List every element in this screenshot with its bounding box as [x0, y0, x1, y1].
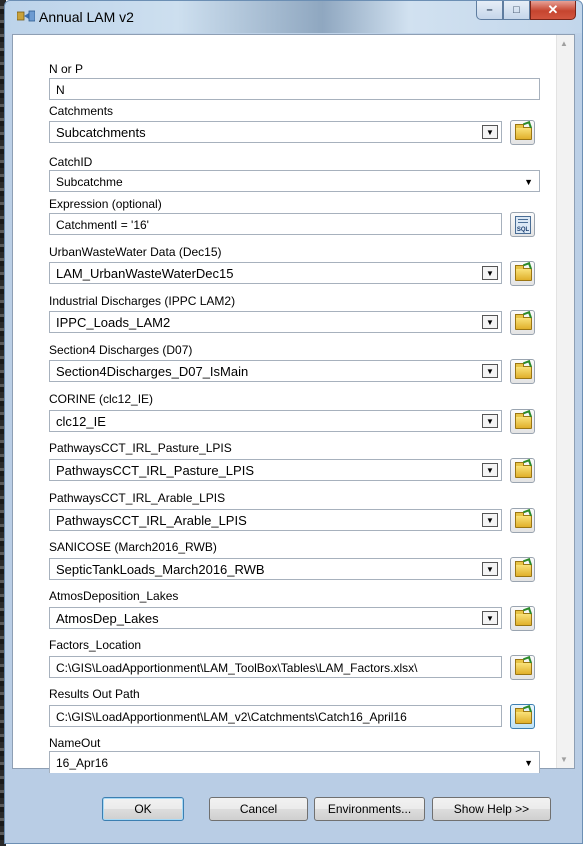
ok-button[interactable]: OK: [102, 797, 184, 821]
expression-input[interactable]: CatchmentI = '16': [49, 213, 502, 235]
catchments-value: Subcatchments: [56, 125, 146, 140]
minimize-button[interactable]: –: [476, 1, 503, 20]
industrial-discharges-combo[interactable]: IPPC_Loads_LAM2 ▼: [49, 311, 502, 333]
sanicose-combo[interactable]: SepticTankLoads_March2016_RWB ▼: [49, 558, 502, 580]
expression-value: CatchmentI = '16': [56, 218, 149, 232]
open-folder-icon: [515, 413, 532, 429]
title-bar[interactable]: Annual LAM v2 – □ ✕: [5, 1, 582, 33]
open-folder-icon: [515, 265, 532, 281]
param-label-nameout: NameOut: [49, 736, 101, 750]
param-label-catchid: CatchID: [49, 155, 93, 169]
pasture-value: PathwaysCCT_IRL_Pasture_LPIS: [56, 463, 254, 478]
param-label-factors-location: Factors_Location: [49, 638, 142, 652]
atmosdeposition-browse-button[interactable]: [510, 606, 535, 631]
scroll-up-icon[interactable]: ▲: [560, 39, 568, 48]
tool-icon: [17, 10, 35, 22]
environments-button[interactable]: Environments...: [314, 797, 425, 821]
dialog-button-bar: OK Cancel Environments... Show Help >>: [12, 775, 575, 821]
param-label-corine: CORINE (clc12_IE): [49, 392, 154, 406]
atmosdeposition-value: AtmosDep_Lakes: [56, 611, 159, 626]
n-or-p-input[interactable]: N: [49, 78, 540, 100]
dropdown-arrow-icon[interactable]: ▼: [482, 611, 498, 625]
arable-browse-button[interactable]: [510, 508, 535, 533]
close-button[interactable]: ✕: [530, 1, 576, 20]
maximize-icon: □: [513, 4, 520, 16]
maximize-button[interactable]: □: [503, 1, 530, 20]
corine-combo[interactable]: clc12_IE ▼: [49, 410, 502, 432]
dropdown-arrow-icon[interactable]: ▼: [482, 364, 498, 378]
open-folder-icon: [515, 363, 532, 379]
chevron-down-icon[interactable]: ▼: [524, 177, 533, 187]
industrial-discharges-value: IPPC_Loads_LAM2: [56, 315, 171, 330]
sql-icon: SQL: [515, 216, 531, 234]
param-label-urbanwastewater: UrbanWasteWater Data (Dec15): [49, 245, 222, 259]
n-or-p-value: N: [56, 83, 65, 97]
open-folder-icon: [515, 512, 532, 528]
dropdown-arrow-icon[interactable]: ▼: [482, 414, 498, 428]
corine-value: clc12_IE: [56, 414, 106, 429]
arable-value: PathwaysCCT_IRL_Arable_LPIS: [56, 513, 247, 528]
dropdown-arrow-icon[interactable]: ▼: [482, 513, 498, 527]
open-folder-icon: [515, 561, 532, 577]
window-title: Annual LAM v2: [39, 9, 134, 25]
cancel-button[interactable]: Cancel: [209, 797, 308, 821]
results-out-path-value: C:\GIS\LoadApportionment\LAM_v2\Catchmen…: [56, 710, 407, 724]
scroll-down-icon[interactable]: ▼: [560, 755, 568, 764]
dropdown-arrow-icon[interactable]: ▼: [482, 266, 498, 280]
param-label-results-out-path: Results Out Path: [49, 687, 140, 701]
section4-browse-button[interactable]: [510, 359, 535, 384]
param-label-n-or-p: N or P: [49, 62, 84, 76]
open-folder-icon: [515, 462, 532, 478]
sanicose-browse-button[interactable]: [510, 557, 535, 582]
param-label-catchments: Catchments: [49, 104, 114, 118]
factors-location-input[interactable]: C:\GIS\LoadApportionment\LAM_ToolBox\Tab…: [49, 656, 502, 678]
open-folder-icon: [515, 610, 532, 626]
pasture-browse-button[interactable]: [510, 458, 535, 483]
param-label-expression: Expression (optional): [49, 197, 162, 211]
urbanwastewater-combo[interactable]: LAM_UrbanWasteWaterDec15 ▼: [49, 262, 502, 284]
catchid-value: Subcatchme: [56, 175, 123, 189]
dropdown-arrow-icon[interactable]: ▼: [482, 315, 498, 329]
param-label-section4: Section4 Discharges (D07): [49, 343, 193, 357]
dropdown-arrow-icon[interactable]: ▼: [482, 463, 498, 477]
param-label-industrial-discharges: Industrial Discharges (IPPC LAM2): [49, 294, 236, 308]
chevron-down-icon[interactable]: ▼: [524, 758, 533, 768]
results-out-path-input[interactable]: C:\GIS\LoadApportionment\LAM_v2\Catchmen…: [49, 705, 502, 727]
param-label-pasture: PathwaysCCT_IRL_Pasture_LPIS: [49, 441, 232, 455]
show-help-button[interactable]: Show Help >>: [432, 797, 551, 821]
dropdown-arrow-icon[interactable]: ▼: [482, 562, 498, 576]
section4-combo[interactable]: Section4Discharges_D07_IsMain ▼: [49, 360, 502, 382]
atmosdeposition-combo[interactable]: AtmosDep_Lakes ▼: [49, 607, 502, 629]
urbanwastewater-browse-button[interactable]: [510, 261, 535, 286]
section4-value: Section4Discharges_D07_IsMain: [56, 364, 249, 379]
minimize-icon: –: [486, 4, 493, 16]
catchments-browse-button[interactable]: [510, 120, 535, 145]
open-folder-icon: [515, 314, 532, 330]
parameter-panel: N or P N Catchments Subcatchments ▼ Catc…: [12, 34, 575, 773]
param-label-sanicose: SANICOSE (March2016_RWB): [49, 540, 217, 554]
industrial-discharges-browse-button[interactable]: [510, 310, 535, 335]
dropdown-arrow-icon[interactable]: ▼: [482, 125, 498, 139]
close-icon: ✕: [547, 2, 559, 17]
results-out-path-browse-button[interactable]: [510, 704, 535, 729]
factors-location-browse-button[interactable]: [510, 655, 535, 680]
sql-builder-button[interactable]: SQL: [510, 212, 535, 237]
corine-browse-button[interactable]: [510, 409, 535, 434]
factors-location-value: C:\GIS\LoadApportionment\LAM_ToolBox\Tab…: [56, 661, 418, 675]
catchid-dropdown[interactable]: Subcatchme ▼: [49, 170, 540, 192]
tool-dialog: Annual LAM v2 – □ ✕ N or P N Catchments …: [4, 0, 583, 844]
catchments-combo[interactable]: Subcatchments ▼: [49, 121, 502, 143]
arable-combo[interactable]: PathwaysCCT_IRL_Arable_LPIS ▼: [49, 509, 502, 531]
sanicose-value: SepticTankLoads_March2016_RWB: [56, 562, 265, 577]
vertical-scrollbar[interactable]: ▲ ▼: [556, 35, 574, 768]
param-label-arable: PathwaysCCT_IRL_Arable_LPIS: [49, 491, 226, 505]
open-folder-icon: [515, 124, 532, 140]
open-folder-icon: [515, 659, 532, 675]
nameout-value: 16_Apr16: [56, 756, 109, 770]
param-label-atmosdeposition: AtmosDeposition_Lakes: [49, 589, 179, 603]
open-folder-icon: [515, 708, 532, 724]
urbanwastewater-value: LAM_UrbanWasteWaterDec15: [56, 266, 234, 281]
nameout-dropdown[interactable]: 16_Apr16 ▼: [49, 751, 540, 773]
pasture-combo[interactable]: PathwaysCCT_IRL_Pasture_LPIS ▼: [49, 459, 502, 481]
